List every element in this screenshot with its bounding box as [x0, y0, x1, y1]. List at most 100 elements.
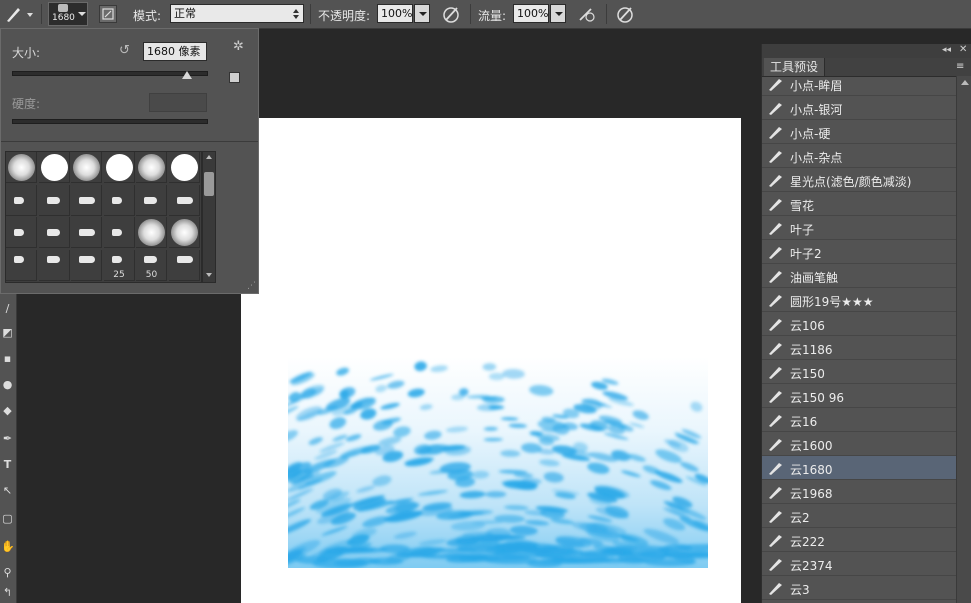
preset-item-label: 小点-眸眉: [790, 79, 843, 93]
brush-tip[interactable]: [103, 184, 135, 216]
brush-tip[interactable]: [38, 249, 70, 281]
preset-item[interactable]: 小点-银河: [762, 96, 956, 120]
preset-list-scrollbar[interactable]: [956, 76, 971, 603]
brush-tip[interactable]: 50: [136, 249, 167, 281]
preset-item[interactable]: 雪花: [762, 192, 956, 216]
mode-select[interactable]: 正常: [170, 4, 304, 23]
tab-tool-presets[interactable]: 工具预设: [764, 58, 826, 76]
pressure-size-icon[interactable]: [614, 4, 636, 24]
brush-preset-icon: [767, 532, 785, 548]
hard-round-tip-icon: [105, 154, 133, 181]
brush-tip[interactable]: [136, 184, 167, 216]
size-slider-handle[interactable]: [181, 71, 192, 79]
brush-tip[interactable]: [38, 152, 70, 183]
brush-tip[interactable]: [168, 152, 200, 183]
gradient-icon[interactable]: ▪: [1, 352, 14, 366]
preset-item[interactable]: 油画笔触: [762, 264, 956, 288]
eraser-icon[interactable]: ◩: [1, 326, 14, 340]
flow-dropdown-button[interactable]: [550, 4, 566, 23]
blur-icon[interactable]: ●: [1, 378, 14, 392]
scroll-thumb[interactable]: [204, 172, 214, 196]
scroll-up-icon[interactable]: [206, 155, 212, 159]
hardness-input[interactable]: [149, 93, 207, 112]
preset-item[interactable]: 小点-眸眉: [762, 76, 956, 96]
preset-item[interactable]: 星光点(滤色/颜色减淡): [762, 168, 956, 192]
brush-tip[interactable]: [168, 249, 200, 281]
preset-item[interactable]: 云2374: [762, 552, 956, 576]
brush-tip[interactable]: [71, 152, 102, 183]
history-brush-icon[interactable]: ∕: [1, 302, 14, 316]
preset-item[interactable]: 云16: [762, 408, 956, 432]
preset-item[interactable]: 云1600: [762, 432, 956, 456]
gear-icon[interactable]: ✲: [233, 40, 247, 54]
brush-tip[interactable]: [38, 184, 70, 216]
brush-tip[interactable]: [103, 217, 135, 248]
resize-grip-icon[interactable]: ⋰: [247, 281, 257, 291]
airbrush-icon[interactable]: [576, 4, 598, 24]
brush-tip[interactable]: [103, 152, 135, 183]
brush-tip[interactable]: [6, 249, 37, 281]
mode-value: 正常: [174, 7, 196, 20]
type-icon[interactable]: T: [1, 458, 14, 472]
preset-item[interactable]: 云1968: [762, 480, 956, 504]
preset-item[interactable]: 云106: [762, 312, 956, 336]
preset-item[interactable]: 云2: [762, 504, 956, 528]
brush-tip[interactable]: [71, 184, 102, 216]
flow-input[interactable]: 100%: [513, 4, 549, 23]
scroll-down-icon[interactable]: [206, 273, 212, 277]
opacity-input[interactable]: 100%: [377, 4, 413, 23]
brush-preset-picker[interactable]: 1680: [48, 2, 88, 26]
preset-item-label: 叶子: [790, 223, 815, 237]
brush-tip[interactable]: [6, 184, 37, 216]
swap-colors-icon[interactable]: ↰: [1, 586, 14, 600]
preset-item[interactable]: 叶子2: [762, 240, 956, 264]
preset-item[interactable]: 云1186: [762, 336, 956, 360]
preset-item-label: 小点-硬: [790, 127, 831, 141]
panel-menu-icon[interactable]: ≡: [956, 61, 964, 72]
preset-item[interactable]: 云3: [762, 576, 956, 600]
preset-item[interactable]: 云1680: [762, 456, 956, 480]
brush-tip[interactable]: [38, 217, 70, 248]
brush-tip-icon: [111, 255, 122, 263]
preset-item[interactable]: 小点-硬: [762, 120, 956, 144]
brush-tip[interactable]: [71, 217, 102, 248]
brush-tip[interactable]: [71, 249, 102, 281]
path-select-icon[interactable]: ↖: [1, 484, 14, 498]
hardness-slider[interactable]: [12, 119, 208, 124]
collapse-panel-icon[interactable]: ◂◂: [942, 45, 951, 55]
preset-item[interactable]: 叶子: [762, 216, 956, 240]
preset-item[interactable]: 小点-杂点: [762, 144, 956, 168]
brush-tip[interactable]: [136, 152, 167, 183]
hand-icon[interactable]: ✋: [1, 540, 15, 554]
close-panel-icon[interactable]: ✕: [959, 44, 967, 55]
scroll-up-icon[interactable]: [961, 80, 969, 85]
mode-label: 模式:: [133, 9, 162, 23]
preset-item[interactable]: 云222: [762, 528, 956, 552]
shape-icon[interactable]: ▢: [1, 512, 14, 526]
brush-tip[interactable]: [168, 217, 200, 248]
brush-panel-toggle-icon[interactable]: [99, 5, 117, 23]
pen-icon[interactable]: ✒: [1, 432, 14, 446]
brush-tool-icon[interactable]: [4, 4, 34, 24]
opacity-dropdown-button[interactable]: [414, 4, 430, 23]
preset-item-label: 星光点(滤色/颜色减淡): [790, 175, 912, 189]
size-slider[interactable]: [12, 71, 208, 76]
new-preset-icon[interactable]: [229, 72, 240, 83]
preset-item[interactable]: 圆形19号★★★: [762, 288, 956, 312]
dodge-icon[interactable]: ◆: [1, 404, 14, 418]
size-input[interactable]: 1680 像素: [143, 42, 207, 61]
brush-tip[interactable]: [6, 152, 37, 183]
preset-item[interactable]: 云150: [762, 360, 956, 384]
brush-tip-icon: [144, 196, 157, 204]
brush-tip[interactable]: [136, 217, 167, 248]
preset-item[interactable]: 云150 96: [762, 384, 956, 408]
brush-preset-icon: [767, 412, 785, 428]
zoom-icon[interactable]: ⚲: [1, 566, 14, 580]
reset-size-icon[interactable]: ↺: [119, 44, 133, 58]
tip-grid-scrollbar[interactable]: [202, 151, 216, 283]
pressure-opacity-icon[interactable]: [440, 4, 462, 24]
brush-tip[interactable]: [6, 217, 37, 248]
preset-item-label: 云3: [790, 583, 810, 597]
brush-tip[interactable]: [168, 184, 200, 216]
brush-tip[interactable]: 25: [103, 249, 135, 281]
